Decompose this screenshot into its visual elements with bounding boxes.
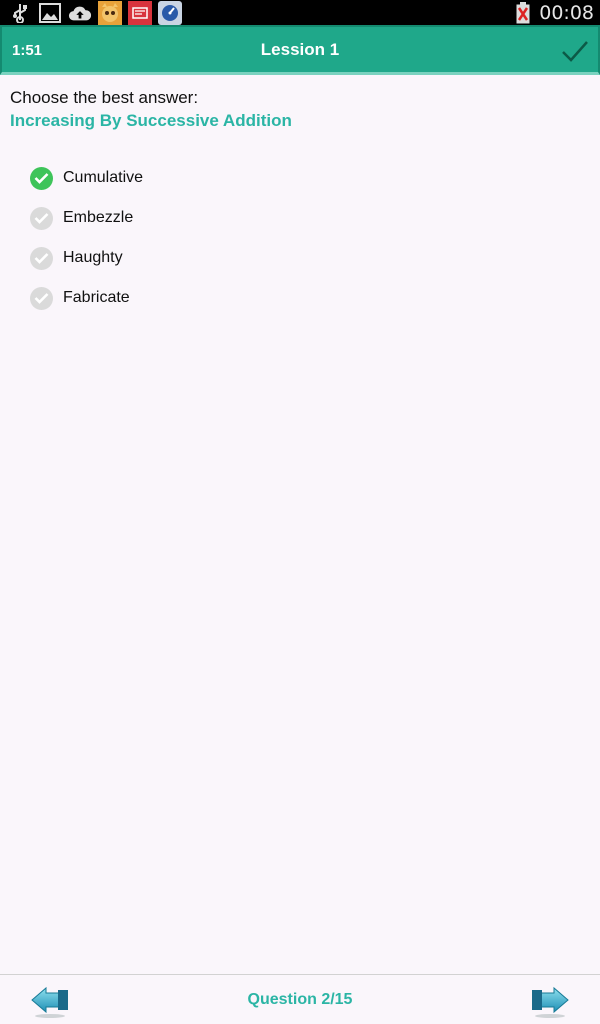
answer-option[interactable]: Haughty — [30, 238, 143, 278]
question-definition: Increasing By Successive Addition — [10, 111, 292, 130]
unselected-check-icon — [30, 206, 53, 230]
submit-check-icon[interactable] — [560, 37, 590, 65]
red-app-icon — [128, 0, 152, 25]
answer-label: Haughty — [63, 249, 123, 266]
speedometer-app-icon — [158, 0, 182, 25]
clock: 00:08 — [539, 1, 594, 24]
answer-label: Cumulative — [63, 169, 144, 186]
question-prompt: Choose the best answer: — [10, 88, 199, 107]
page-title: Lession 1 — [260, 40, 340, 59]
lesson-header: 1:51 Lession 1 — [0, 25, 600, 75]
battery-icon — [511, 1, 535, 24]
status-right: 00:08 — [511, 0, 594, 25]
cat-app-icon — [98, 0, 122, 25]
answer-label: Fabricate — [63, 289, 130, 306]
answer-option[interactable]: Embezzle — [30, 198, 143, 238]
answer-option[interactable]: Cumulative — [30, 158, 143, 198]
cloud-upload-icon — [68, 2, 92, 24]
answer-option[interactable]: Fabricate — [30, 278, 143, 318]
answer-options: Cumulative Embezzle Haughty Fabricate — [30, 158, 143, 318]
unselected-check-icon — [30, 286, 53, 310]
question-navigation: Question 2/15 — [0, 974, 600, 1024]
question-counter: Question 2/15 — [247, 991, 353, 1008]
usb-icon — [8, 2, 32, 24]
selected-check-icon — [30, 166, 53, 190]
answer-label: Embezzle — [63, 209, 134, 226]
unselected-check-icon — [30, 246, 53, 270]
image-icon — [38, 2, 62, 24]
next-arrow-icon[interactable] — [530, 985, 570, 1019]
notification-icons — [8, 0, 182, 25]
status-bar: 00:08 — [0, 0, 600, 25]
